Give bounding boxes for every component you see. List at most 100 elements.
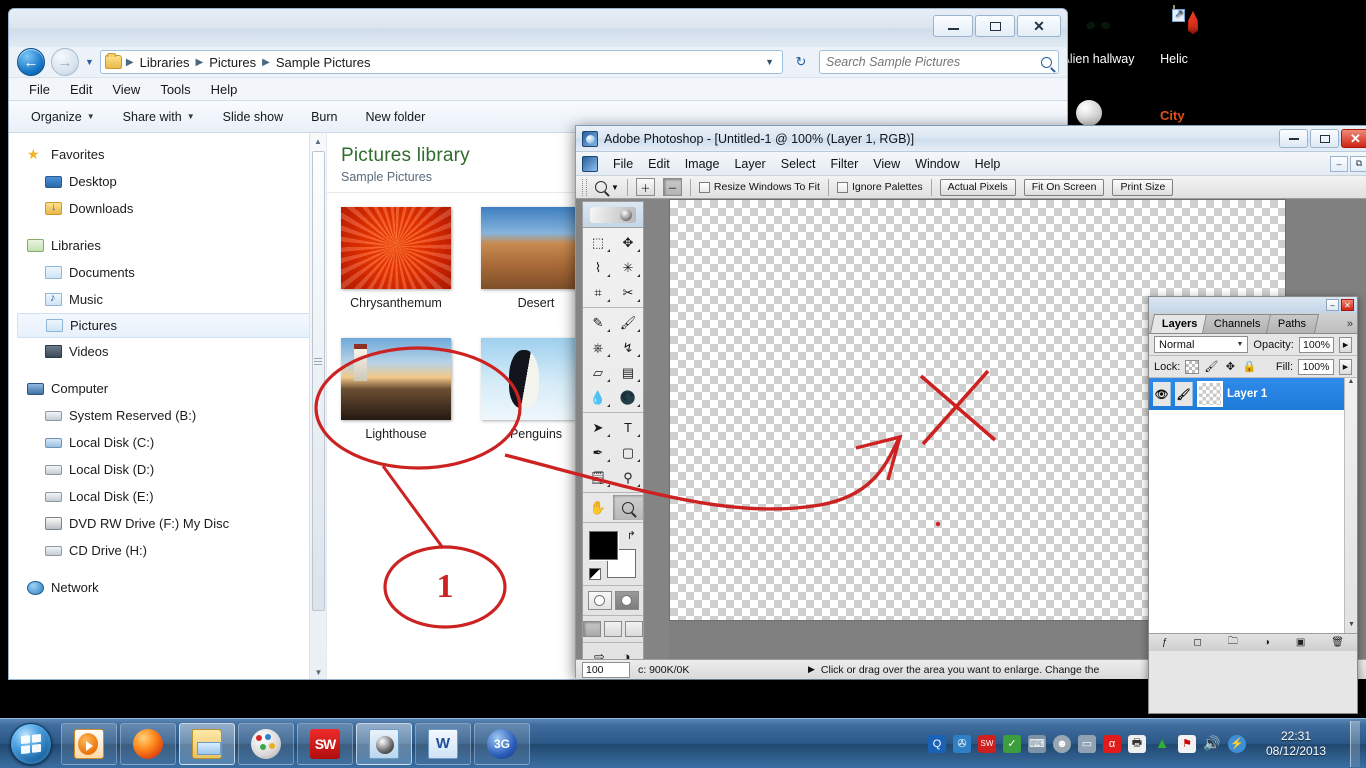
menu-file[interactable]: File [613,157,633,171]
menu-help[interactable]: Help [211,82,238,97]
type-tool-icon[interactable]: T [613,415,643,440]
nav-item-favorites[interactable]: ★ Favorites [9,141,326,168]
notes-tool-icon[interactable]: 🗒 [583,465,613,490]
desktop-icon-golfball[interactable] [1076,100,1102,126]
nav-item-network[interactable]: Network [9,574,326,601]
tab-paths[interactable]: Paths [1266,314,1319,333]
burn-button[interactable]: Burn [311,110,337,124]
swap-colors-icon[interactable]: ↱ [627,529,636,542]
menu-file[interactable]: File [29,82,50,97]
slice-tool-icon[interactable]: ✂ [613,280,643,305]
breadcrumb-sample-pictures[interactable]: Sample Pictures [272,54,375,71]
palette-close-button[interactable]: ✕ [1341,299,1354,311]
fill-value[interactable]: 100% [1298,359,1334,375]
nav-item-local-disk-d[interactable]: Local Disk (D:) [9,456,326,483]
ignore-palettes-checkbox[interactable]: Ignore Palettes [837,181,923,193]
taskbar-windows-explorer[interactable] [179,723,235,765]
layer-visibility-icon[interactable]: 👁 [1153,382,1171,406]
history-brush-tool-icon[interactable]: ↯ [613,335,643,360]
layer-style-icon[interactable]: ƒ [1162,637,1168,648]
opacity-value[interactable]: 100% [1299,337,1334,353]
forward-button[interactable]: → [51,48,79,76]
options-bar-grip-icon[interactable] [582,179,587,196]
status-icon[interactable]: ☻ [1053,735,1071,753]
quicktime-icon[interactable]: Q [928,735,946,753]
menu-select[interactable]: Select [781,157,816,171]
show-desktop-button[interactable] [1350,721,1360,767]
move-tool-icon[interactable]: ✥ [613,230,643,255]
maximize-button[interactable] [975,15,1015,37]
zoom-level-input[interactable]: 100 [582,662,630,678]
menu-view[interactable]: View [873,157,900,171]
dodge-tool-icon[interactable]: 🌑 [613,385,643,410]
nav-item-local-disk-c[interactable]: Local Disk (C:) [9,429,326,456]
power-icon[interactable]: ⚡ [1228,735,1246,753]
lock-transparency-icon[interactable] [1185,360,1199,374]
menu-window[interactable]: Window [915,157,959,171]
fit-on-screen-button[interactable]: Fit On Screen [1024,179,1105,196]
layer-list-scrollbar[interactable]: ▲ ▼ [1344,378,1357,633]
toolbox-header[interactable] [583,202,643,228]
new-group-icon[interactable]: 🗀 [1228,634,1238,651]
current-tool-indicator[interactable]: ▼ [595,181,619,193]
navigation-scrollbar[interactable]: ▲ ▼ [309,133,326,680]
mdi-restore-button[interactable]: ⧉ [1350,156,1366,172]
deltatray-icon[interactable]: ▲ [1153,735,1171,753]
lock-image-icon[interactable]: 🖌 [1204,360,1218,374]
restore-button[interactable] [1310,129,1339,148]
marquee-tool-icon[interactable]: ⬚ [583,230,613,255]
breadcrumb-separator-icon[interactable]: ▶ [126,57,134,68]
nav-item-libraries[interactable]: Libraries [9,232,326,259]
display-icon[interactable]: ▭ [1078,735,1096,753]
file-tile-lighthouse[interactable]: Lighthouse [341,338,451,441]
full-screen-menubar-icon[interactable] [604,621,622,637]
layer-list[interactable]: 👁 🖌 Layer 1 ▲ ▼ [1149,378,1357,633]
network-computer-icon[interactable]: ⌨ [1028,735,1046,753]
print-size-button[interactable]: Print Size [1112,179,1173,196]
menu-edit[interactable]: Edit [648,157,670,171]
eyedropper-tool-icon[interactable]: ⚲ [613,465,643,490]
taskbar-mozilla-firefox[interactable] [120,723,176,765]
delete-layer-icon[interactable]: 🗑 [1331,637,1344,648]
lasso-tool-icon[interactable]: ⌇ [583,255,613,280]
menu-view[interactable]: View [112,82,140,97]
minimize-button[interactable] [1279,129,1308,148]
taskbar-adobe-photoshop[interactable] [356,723,412,765]
layer-name[interactable]: Layer 1 [1227,388,1267,400]
magic-wand-tool-icon[interactable]: ✳ [613,255,643,280]
solidworks-tray-icon[interactable]: SW [978,735,996,753]
layers-palette[interactable]: – ✕ Layers Channels Paths » Normal Opaci… [1148,296,1358,714]
opacity-slider-button[interactable]: ▶ [1339,337,1352,353]
menu-tools[interactable]: Tools [160,82,190,97]
healing-brush-tool-icon[interactable]: ✎ [583,310,613,335]
menu-help[interactable]: Help [975,157,1001,171]
refresh-button[interactable]: ↻ [789,50,813,74]
nav-item-pictures[interactable]: Pictures [17,313,318,338]
hand-tool-icon[interactable]: ✋ [583,495,613,520]
slide-show-button[interactable]: Slide show [223,110,283,124]
foreground-color-swatch[interactable] [589,531,618,560]
blend-mode-select[interactable]: Normal [1154,336,1248,353]
nav-item-local-disk-e[interactable]: Local Disk (E:) [9,483,326,510]
photoshop-toolbox[interactable]: ⬚ ✥ ⌇ ✳ ⌗ ✂ ✎ 🖌 ⎈ ↯ [582,201,644,672]
clone-stamp-tool-icon[interactable]: ⎈ [583,335,613,360]
taskbar-clock[interactable]: 22:31 08/12/2013 [1253,729,1339,759]
printer-icon[interactable]: 🖶 [1128,735,1146,753]
menu-filter[interactable]: Filter [830,157,858,171]
nav-item-cd-drive[interactable]: CD Drive (H:) [9,537,326,564]
taskbar-3g-modem[interactable]: 3G [474,723,530,765]
new-folder-button[interactable]: New folder [366,110,426,124]
search-box[interactable] [819,50,1059,74]
brush-tool-icon[interactable]: 🖌 [613,310,643,335]
scroll-up-button[interactable]: ▲ [1345,378,1357,390]
shape-tool-icon[interactable]: ▢ [613,440,643,465]
zoom-out-button[interactable]: － [663,178,682,196]
layer-link-icon[interactable]: 🖌 [1175,382,1193,406]
taskbar-paint[interactable] [238,723,294,765]
nav-item-computer[interactable]: Computer [9,375,326,402]
recent-pages-caret-icon[interactable]: ▼ [85,57,94,67]
scrollbar-thumb[interactable] [312,151,325,611]
chevron-down-icon[interactable]: ▼ [611,183,619,192]
path-selection-tool-icon[interactable]: ➤ [583,415,613,440]
scroll-up-button[interactable]: ▲ [310,133,326,150]
